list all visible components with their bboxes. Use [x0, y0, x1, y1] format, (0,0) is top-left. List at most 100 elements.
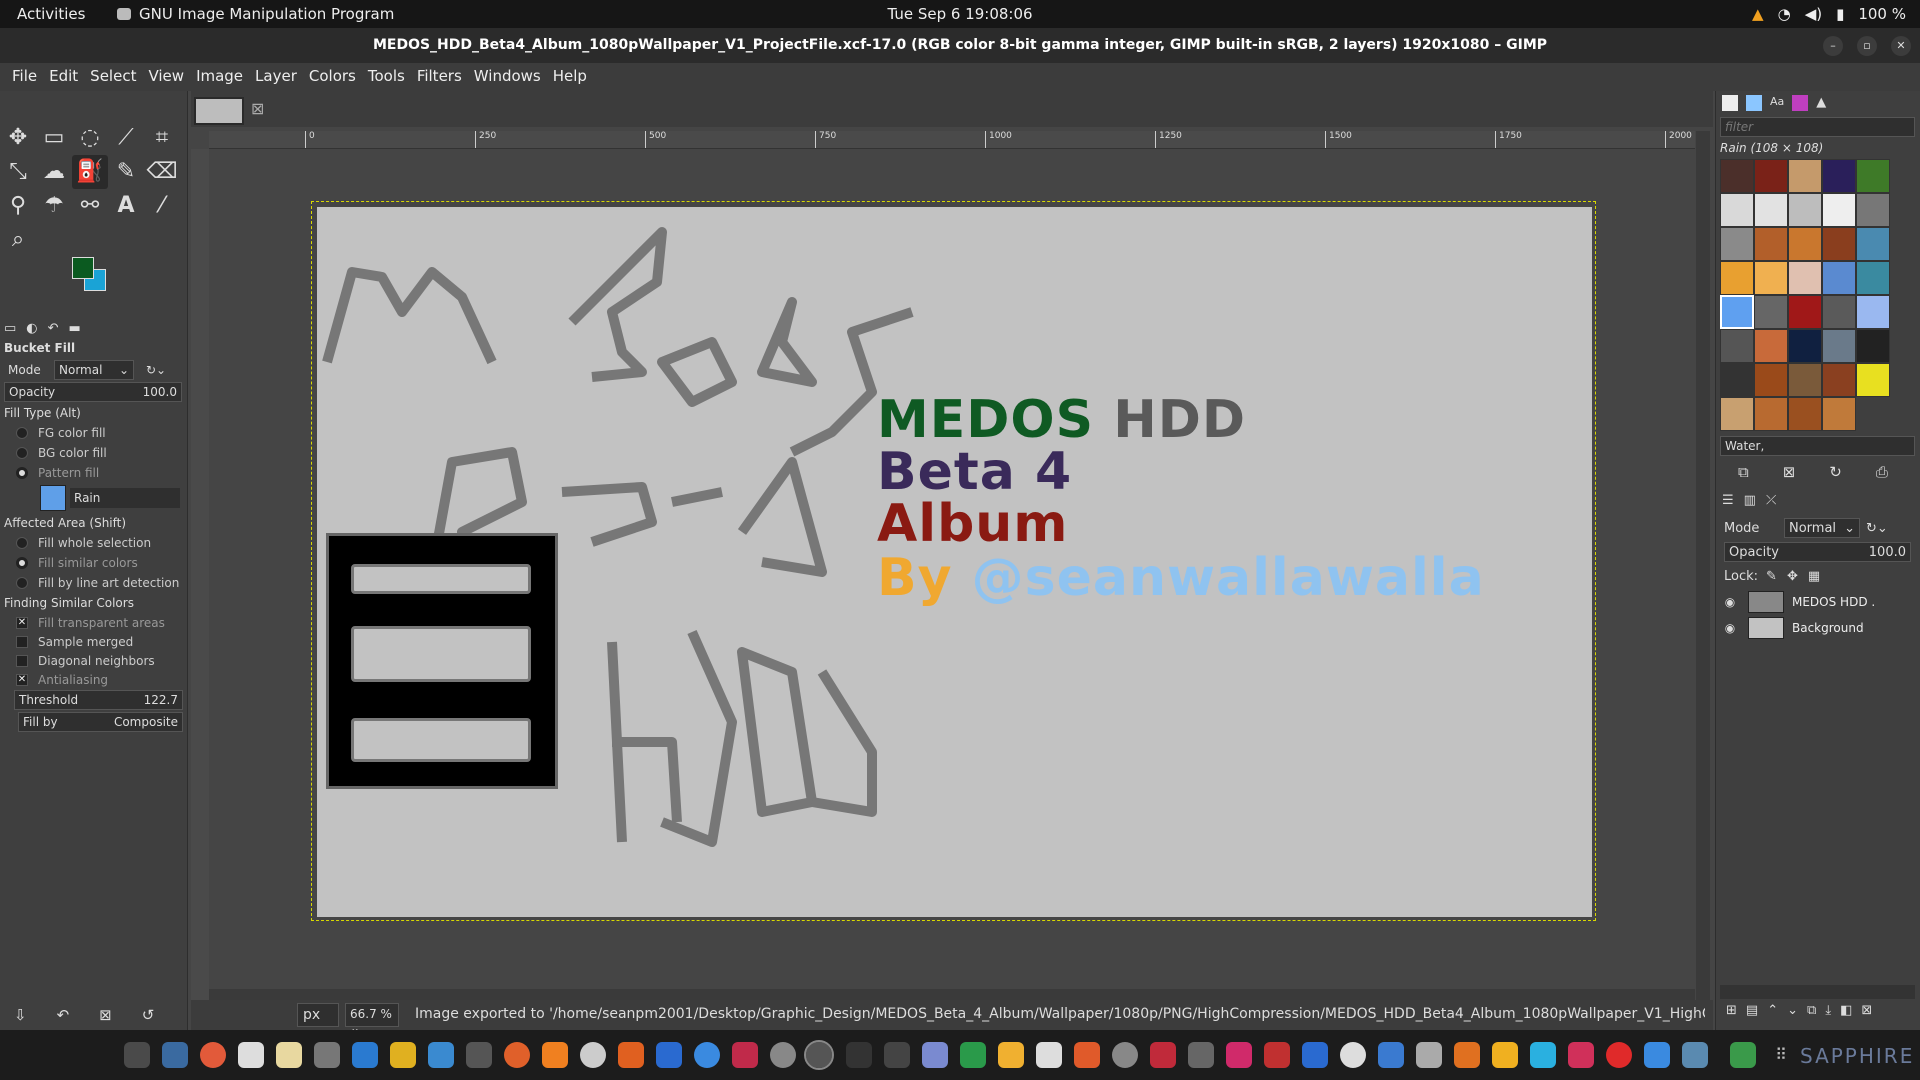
undo-history-tab-icon[interactable]: ↶ [48, 321, 59, 336]
transform-tool-icon[interactable]: ⤡ [0, 155, 36, 189]
taskbar-app-icon[interactable] [1606, 1042, 1632, 1068]
firefox-icon[interactable] [504, 1042, 530, 1068]
taskbar-app-icon[interactable] [1226, 1042, 1252, 1068]
taskbar-app-icon[interactable] [846, 1042, 872, 1068]
gradients-tab-icon[interactable] [1792, 95, 1809, 111]
taskbar-app-icon[interactable] [390, 1042, 416, 1068]
taskbar-app-icon[interactable] [732, 1042, 758, 1068]
images-tab-icon[interactable]: ▬ [69, 321, 81, 336]
horizontal-ruler[interactable]: 0 250 500 750 1000 1250 1500 1750 2000 [209, 131, 1695, 149]
delete-pattern-icon[interactable]: ⊠ [1783, 463, 1796, 481]
save-preset-icon[interactable]: ⇩ [14, 1006, 27, 1024]
taskbar-app-icon[interactable] [276, 1042, 302, 1068]
open-pattern-icon[interactable]: ⎙ [1876, 463, 1888, 481]
lasso-tool-icon[interactable]: ◌ [72, 121, 108, 155]
app-menu[interactable]: GNU Image Manipulation Program [117, 5, 394, 23]
zoom-tool-icon[interactable]: ⌕ [0, 223, 36, 257]
menu-image[interactable]: Image [190, 63, 249, 91]
clone-tool-icon[interactable]: ⚲ [0, 189, 36, 223]
pattern-swatch[interactable] [1856, 261, 1890, 295]
pattern-swatch[interactable] [1822, 227, 1856, 261]
check-antialiasing[interactable]: ✕ Antialiasing [0, 670, 187, 689]
pattern-swatch[interactable] [1720, 159, 1754, 193]
vertical-scrollbar[interactable] [1696, 131, 1710, 1005]
taskbar-app-icon[interactable] [1150, 1042, 1176, 1068]
pattern-swatch[interactable] [1754, 397, 1788, 431]
taskbar-app-icon[interactable] [1264, 1042, 1290, 1068]
vertical-ruler[interactable] [191, 149, 209, 1005]
opacity-slider[interactable]: Opacity 100.0 [4, 382, 182, 402]
taskbar-app-icon[interactable] [656, 1042, 682, 1068]
taskbar-app-icon[interactable] [960, 1042, 986, 1068]
image-canvas[interactable]: MEDOS HDD Beta 4 Album By @seanwallawall… [311, 201, 1596, 921]
lock-alpha-icon[interactable]: ▦ [1808, 569, 1820, 584]
pattern-swatch[interactable] [1856, 193, 1890, 227]
taskbar-app-icon[interactable] [1492, 1042, 1518, 1068]
taskbar-app-icon[interactable] [1730, 1042, 1756, 1068]
taskbar-app-icon[interactable] [314, 1042, 340, 1068]
check-fill-transparent[interactable]: ✕ Fill transparent areas [0, 613, 187, 632]
pattern-swatch[interactable] [1856, 227, 1890, 261]
pattern-swatch[interactable] [1856, 329, 1890, 363]
pattern-swatch[interactable] [1754, 227, 1788, 261]
raise-layer-icon[interactable]: ⌃ [1767, 1003, 1778, 1018]
paintbrush-tool-icon[interactable]: ✎ [108, 155, 144, 189]
layer-row[interactable]: ◉ MEDOS HDD . [1720, 589, 1915, 615]
patterns-tab-icon[interactable] [1746, 95, 1762, 111]
taskbar-app-icon[interactable] [1112, 1042, 1138, 1068]
close-tab-icon[interactable]: ⊠ [251, 99, 264, 118]
pattern-swatch[interactable] [1720, 397, 1754, 431]
taskbar-app-icon[interactable] [1530, 1042, 1556, 1068]
close-button[interactable]: ✕ [1891, 36, 1911, 56]
minimize-button[interactable]: – [1823, 36, 1843, 56]
taskbar-app-icon[interactable] [884, 1042, 910, 1068]
layers-scrollbar[interactable] [1720, 985, 1915, 999]
lock-pixels-icon[interactable]: ✎ [1766, 569, 1777, 584]
pattern-swatch-selected[interactable] [1720, 295, 1754, 329]
radio-fill-similar-colors[interactable]: Fill similar colors [0, 553, 187, 573]
color-swatches[interactable] [72, 257, 187, 317]
reset-options-icon[interactable]: ↺ [142, 1006, 155, 1024]
pattern-swatch[interactable] [1822, 193, 1856, 227]
taskbar-app-icon[interactable] [1302, 1042, 1328, 1068]
pattern-swatch[interactable] [1754, 363, 1788, 397]
eraser-tool-icon[interactable]: ⌫ [144, 155, 180, 189]
radio-fill-whole-selection[interactable]: Fill whole selection [0, 533, 187, 553]
pattern-swatch[interactable] [1788, 295, 1822, 329]
pattern-swatch[interactable] [1788, 261, 1822, 295]
terminal-icon[interactable] [466, 1042, 492, 1068]
chrome-icon[interactable] [200, 1042, 226, 1068]
taskbar-app-icon[interactable] [770, 1042, 796, 1068]
delete-layer-icon[interactable]: ⊠ [1861, 1003, 1872, 1018]
pattern-swatch[interactable] [1822, 261, 1856, 295]
pattern-swatch[interactable] [1788, 397, 1822, 431]
layer-mode-reset-icon[interactable]: ↻⌄ [1866, 521, 1888, 536]
menu-edit[interactable]: Edit [43, 63, 84, 91]
check-sample-merged[interactable]: Sample merged [0, 632, 187, 651]
layer-mode-select[interactable]: Normal ⌄ [1784, 518, 1860, 538]
taskbar-app-icon[interactable] [922, 1042, 948, 1068]
pattern-filter-input[interactable]: filter [1720, 117, 1915, 137]
dynamics-tab-icon[interactable]: ▲ [1816, 95, 1826, 111]
paths-tab-icon[interactable]: ⤫ [1766, 493, 1776, 508]
taskbar-app-icon[interactable] [1682, 1042, 1708, 1068]
pattern-swatch[interactable] [1822, 159, 1856, 193]
pattern-swatch[interactable] [1788, 227, 1822, 261]
menu-colors[interactable]: Colors [303, 63, 362, 91]
eye-icon[interactable]: ◉ [1720, 621, 1740, 635]
unit-select[interactable]: px ⌄ [297, 1003, 339, 1039]
move-tool-icon[interactable]: ✥ [0, 121, 36, 155]
taskbar-app-icon[interactable] [124, 1042, 150, 1068]
taskbar-app-icon[interactable] [238, 1042, 264, 1068]
pattern-preview[interactable] [40, 485, 66, 511]
smudge-tool-icon[interactable]: ☂ [36, 189, 72, 223]
path-tool-icon[interactable]: ⚯ [72, 189, 108, 223]
duplicate-layer-icon[interactable]: ⧉ [1807, 1003, 1816, 1018]
taskbar-app-icon[interactable] [1340, 1042, 1366, 1068]
taskbar-app-icon[interactable] [1188, 1042, 1214, 1068]
pattern-swatch[interactable] [1856, 159, 1890, 193]
pattern-swatch[interactable] [1788, 159, 1822, 193]
pattern-swatch[interactable] [1720, 261, 1754, 295]
taskbar-app-icon[interactable] [352, 1042, 378, 1068]
taskbar-app-icon[interactable] [580, 1042, 606, 1068]
